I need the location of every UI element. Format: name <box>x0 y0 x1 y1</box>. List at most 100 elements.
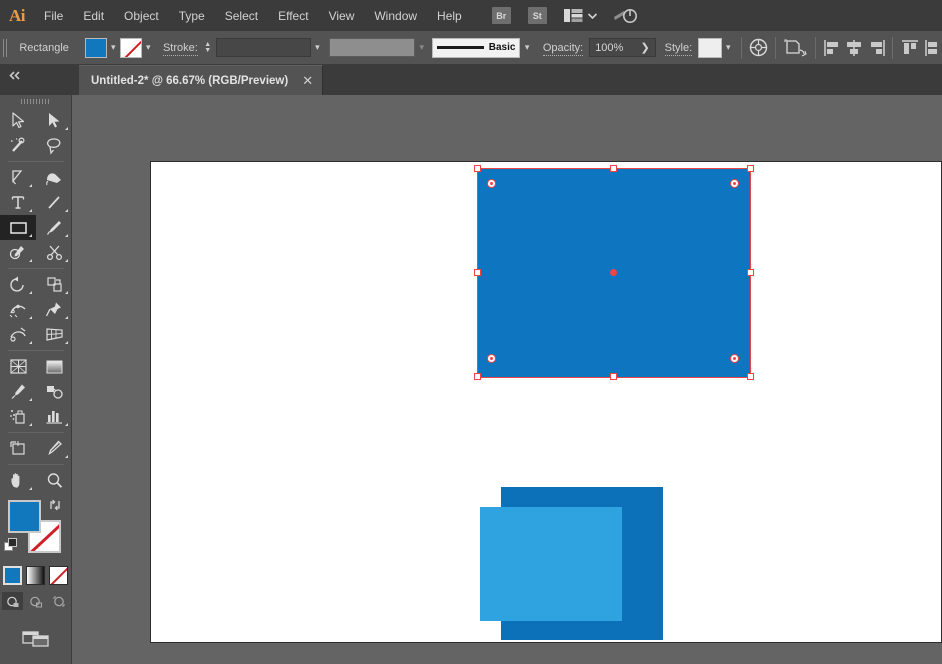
control-divider-3 <box>815 37 816 59</box>
lasso-icon <box>45 137 63 155</box>
bridge-button[interactable]: Br <box>492 7 511 24</box>
default-fill-stroke-icon[interactable] <box>4 538 18 552</box>
swap-fill-stroke-icon[interactable] <box>48 498 62 512</box>
tools-panel-grip[interactable] <box>0 95 71 108</box>
workspace-switcher[interactable] <box>564 9 597 22</box>
rotate-icon <box>9 276 27 293</box>
screen-mode-icon[interactable] <box>22 628 50 648</box>
magic-wand-tool[interactable] <box>0 133 36 158</box>
control-bar-grip[interactable] <box>3 37 8 59</box>
pen-tool[interactable] <box>0 165 36 190</box>
opacity-label[interactable]: Opacity: <box>543 42 583 54</box>
symbol-sprayer-tool[interactable] <box>0 404 36 429</box>
menu-view[interactable]: View <box>319 0 365 31</box>
menu-window[interactable]: Window <box>364 0 427 31</box>
color-mode-button[interactable] <box>3 566 22 585</box>
curvature-tool[interactable] <box>36 165 72 190</box>
stock-button[interactable]: St <box>528 7 547 24</box>
menu-type[interactable]: Type <box>169 0 215 31</box>
direct-selection-tool[interactable] <box>36 108 72 133</box>
stroke-weight-label[interactable]: Stroke: <box>163 42 198 54</box>
draw-normal-button[interactable] <box>2 592 23 610</box>
front-rectangle[interactable] <box>480 507 622 621</box>
panel-collapse-button[interactable] <box>4 67 26 83</box>
distribute-top-button[interactable] <box>899 36 920 60</box>
zoom-tool[interactable] <box>36 468 72 493</box>
type-tool[interactable] <box>0 190 36 215</box>
shape-builder-tool[interactable] <box>0 322 36 347</box>
corner-radius-widget-bottom-right[interactable] <box>730 354 739 363</box>
selection-handle-top-right[interactable] <box>747 165 754 172</box>
paintbrush-tool[interactable] <box>36 215 72 240</box>
variable-width-profile-field[interactable] <box>329 38 415 57</box>
menu-edit[interactable]: Edit <box>73 0 114 31</box>
fill-dropdown-icon[interactable]: ▾ <box>107 38 120 58</box>
close-icon[interactable]: ✕ <box>302 74 313 87</box>
selection-handle-bottom-right[interactable] <box>747 373 754 380</box>
selection-handle-middle-right[interactable] <box>747 269 754 276</box>
control-divider-2 <box>775 37 776 59</box>
rotate-tool[interactable] <box>0 272 36 297</box>
column-graph-tool[interactable] <box>36 404 72 429</box>
recolor-artwork-icon <box>749 38 768 57</box>
menu-object[interactable]: Object <box>114 0 169 31</box>
selection-handle-top-center[interactable] <box>610 165 617 172</box>
graphic-style-swatch[interactable] <box>698 38 721 58</box>
width-profile-dropdown-icon: ▾ <box>415 38 428 58</box>
stroke-dropdown-icon[interactable]: ▾ <box>142 38 155 58</box>
selection-handle-bottom-center[interactable] <box>610 373 617 380</box>
width-tool[interactable] <box>0 297 36 322</box>
hand-tool[interactable] <box>0 468 36 493</box>
blend-tool[interactable] <box>36 379 72 404</box>
corner-radius-widget-bottom-left[interactable] <box>487 354 496 363</box>
menu-select[interactable]: Select <box>215 0 268 31</box>
brush-definition-field[interactable]: Basic <box>432 38 520 58</box>
stroke-color-swatch[interactable] <box>120 38 142 58</box>
scissors-tool[interactable] <box>36 240 72 265</box>
style-dropdown-icon[interactable]: ▾ <box>722 38 735 58</box>
toolbar-fill-swatch[interactable] <box>8 500 41 533</box>
none-mode-button[interactable] <box>49 566 68 585</box>
chevron-down-icon <box>588 13 597 19</box>
corner-radius-widget-top-right[interactable] <box>730 179 739 188</box>
free-transform-tool[interactable] <box>36 297 72 322</box>
menu-help[interactable]: Help <box>427 0 472 31</box>
stroke-weight-stepper[interactable]: ▲▼ <box>203 38 213 58</box>
line-segment-tool[interactable] <box>36 190 72 215</box>
transform-button[interactable] <box>782 36 809 60</box>
opacity-expand-icon[interactable]: ❯ <box>640 41 649 54</box>
draw-inside-button[interactable] <box>48 592 69 610</box>
perspective-grid-tool[interactable] <box>36 322 72 347</box>
lasso-tool[interactable] <box>36 133 72 158</box>
menu-effect[interactable]: Effect <box>268 0 318 31</box>
selection-tool[interactable] <box>0 108 36 133</box>
selection-handle-bottom-left[interactable] <box>474 373 481 380</box>
eyedropper-tool[interactable] <box>0 379 36 404</box>
selection-handle-middle-left[interactable] <box>474 269 481 276</box>
document-canvas[interactable] <box>72 95 942 664</box>
draw-behind-button[interactable] <box>25 592 46 610</box>
menu-file[interactable]: File <box>34 0 73 31</box>
gradient-mode-button[interactable] <box>26 566 45 585</box>
align-right-button[interactable] <box>865 36 886 60</box>
shaper-tool[interactable] <box>0 240 36 265</box>
brush-dropdown-icon[interactable]: ▾ <box>520 38 533 58</box>
fill-color-swatch[interactable] <box>85 38 107 58</box>
stroke-weight-field[interactable] <box>216 38 311 57</box>
align-center-horizontal-button[interactable] <box>843 36 864 60</box>
scale-tool[interactable] <box>36 272 72 297</box>
document-tab[interactable]: Untitled-2* @ 66.67% (RGB/Preview) ✕ <box>79 65 323 95</box>
sync-status-icon[interactable] <box>612 7 638 25</box>
recolor-artwork-button[interactable] <box>748 36 769 60</box>
stroke-weight-dropdown-icon[interactable]: ▾ <box>311 38 324 58</box>
selection-handle-top-left[interactable] <box>474 165 481 172</box>
mesh-tool[interactable] <box>0 354 36 379</box>
opacity-field[interactable]: 100% ❯ <box>589 38 655 57</box>
gradient-tool[interactable] <box>36 354 72 379</box>
align-left-button[interactable] <box>822 36 843 60</box>
distribute-vertical-button[interactable] <box>921 36 942 60</box>
rectangle-tool[interactable] <box>0 215 36 240</box>
slice-tool[interactable] <box>36 436 72 461</box>
corner-radius-widget-top-left[interactable] <box>487 179 496 188</box>
artboard-tool[interactable] <box>0 436 36 461</box>
